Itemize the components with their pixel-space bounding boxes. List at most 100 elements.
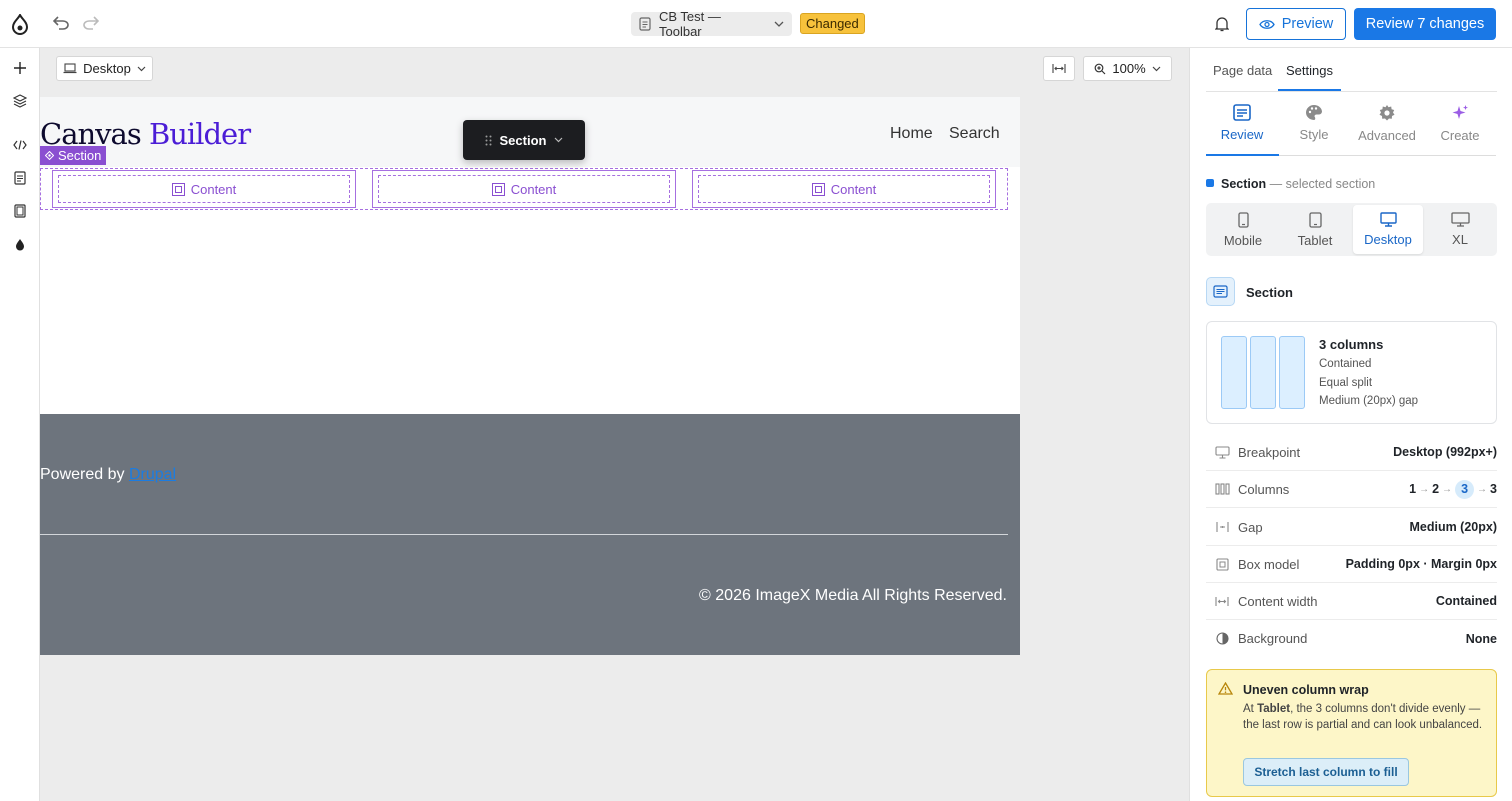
footer-divider bbox=[40, 534, 1008, 535]
desktop-icon bbox=[1379, 212, 1397, 227]
document-title: CB Test — Toolbar bbox=[659, 9, 721, 39]
chevron-down-icon bbox=[1152, 66, 1161, 72]
content-slot[interactable]: Content bbox=[58, 175, 350, 203]
prop-value: Padding 0px · Margin 0px bbox=[1345, 557, 1497, 571]
zoom-icon bbox=[1094, 63, 1106, 75]
prop-value: Contained bbox=[1435, 594, 1497, 608]
breakpoint-label: Tablet bbox=[1297, 232, 1333, 248]
undo-icon[interactable] bbox=[51, 13, 71, 33]
sparkle-icon bbox=[1451, 104, 1469, 122]
chevron-down-icon bbox=[774, 21, 784, 27]
drag-handle-icon[interactable] bbox=[485, 135, 492, 146]
section-tag[interactable]: Section bbox=[40, 146, 107, 165]
preview-button[interactable]: Preview bbox=[1246, 8, 1346, 40]
floating-toolbar-label: Section bbox=[499, 132, 547, 148]
prop-label: Content width bbox=[1238, 593, 1318, 609]
content-slot[interactable]: Content bbox=[378, 175, 670, 203]
stretch-last-column-button[interactable]: Stretch last column to fill bbox=[1243, 758, 1409, 786]
redo-icon[interactable] bbox=[81, 13, 101, 33]
code-icon[interactable] bbox=[9, 134, 31, 156]
column-2[interactable]: Content bbox=[372, 170, 676, 208]
layers-icon[interactable] bbox=[9, 90, 31, 112]
breakpoint-desktop[interactable]: Desktop bbox=[1353, 205, 1423, 254]
viewport-selector[interactable]: Desktop bbox=[56, 56, 153, 81]
warning-body: At Tablet, the 3 columns don't divide ev… bbox=[1243, 703, 1483, 731]
breakpoint-switcher: Mobile Tablet Desktop XL bbox=[1206, 203, 1497, 256]
slot-icon bbox=[491, 182, 505, 196]
preview-label: Preview bbox=[1281, 16, 1334, 32]
content-slot[interactable]: Content bbox=[698, 175, 990, 203]
box-model-icon bbox=[1206, 557, 1238, 571]
document-selector[interactable]: CB Test — Toolbar bbox=[631, 9, 792, 39]
prop-gap[interactable]: Gap Medium (20px) bbox=[1206, 509, 1497, 546]
prop-box-model[interactable]: Box model Padding 0px · Margin 0px bbox=[1206, 546, 1497, 583]
view-tab-style[interactable]: Style bbox=[1278, 104, 1350, 156]
review-changes-button[interactable]: Review 7 changes bbox=[1354, 8, 1496, 40]
prop-breakpoint[interactable]: Breakpoint Desktop (992px+) bbox=[1206, 434, 1497, 471]
tab-page-data[interactable]: Page data bbox=[1213, 63, 1272, 91]
view-tab-label: Review bbox=[1220, 127, 1264, 142]
arrow-right-icon: → bbox=[1442, 483, 1453, 495]
slot-label: Content bbox=[830, 181, 877, 197]
bell-icon[interactable] bbox=[1211, 13, 1233, 35]
page-preview: Canvas Builder Home Search Section Conte… bbox=[40, 97, 1020, 655]
top-toolbar: CB Test — Toolbar Changed Preview Review… bbox=[0, 0, 1512, 48]
view-tab-create[interactable]: Create bbox=[1424, 104, 1496, 156]
chevron-down-icon bbox=[137, 66, 146, 72]
layout-summary-card[interactable]: 3 columns Contained Equal split Medium (… bbox=[1206, 321, 1497, 424]
review-icon bbox=[1233, 104, 1251, 121]
drupal-link[interactable]: Drupal bbox=[129, 466, 176, 483]
prop-content-width[interactable]: Content width Contained bbox=[1206, 583, 1497, 620]
viewport-label: Desktop bbox=[83, 61, 131, 76]
view-tab-advanced[interactable]: Advanced bbox=[1351, 104, 1423, 156]
layout-gap: Medium (20px) gap bbox=[1319, 395, 1419, 407]
nav-search[interactable]: Search bbox=[949, 125, 1000, 143]
warning-callout: Uneven column wrap At Tablet, the 3 colu… bbox=[1206, 669, 1497, 797]
prop-background[interactable]: Background None bbox=[1206, 620, 1497, 657]
view-tab-label: Create bbox=[1440, 128, 1480, 143]
column-preview-bar bbox=[1250, 336, 1276, 409]
add-icon[interactable] bbox=[9, 57, 31, 79]
component-title: Section bbox=[1246, 285, 1293, 300]
column-step-current: 3 bbox=[1455, 479, 1475, 499]
prop-value: Desktop (992px+) bbox=[1393, 445, 1497, 459]
breakpoint-tablet[interactable]: Tablet bbox=[1280, 205, 1350, 254]
prop-label: Box model bbox=[1238, 556, 1300, 572]
copyright: © 2026 ImageX Media All Rights Reserved. bbox=[699, 587, 1007, 604]
breakpoint-xl[interactable]: XL bbox=[1425, 205, 1495, 254]
layout-split: Equal split bbox=[1319, 377, 1373, 389]
fit-width-button[interactable] bbox=[1043, 56, 1075, 81]
breakpoint-mobile[interactable]: Mobile bbox=[1208, 205, 1278, 254]
selection-dot bbox=[1206, 179, 1214, 187]
prop-columns[interactable]: Columns 1 → 2 → 3 → 3 bbox=[1206, 471, 1497, 508]
slot-icon bbox=[811, 182, 825, 196]
monitor-icon bbox=[1206, 445, 1238, 459]
powered-by: Powered by Drupal bbox=[40, 466, 177, 483]
column-3[interactable]: Content bbox=[692, 170, 996, 208]
drupal-logo-icon[interactable] bbox=[9, 12, 31, 36]
mobile-icon bbox=[1237, 211, 1249, 228]
column-preview-bar bbox=[1279, 336, 1305, 409]
column-1[interactable]: Content bbox=[52, 170, 356, 208]
laptop-icon bbox=[63, 63, 77, 74]
chevron-down-icon[interactable] bbox=[554, 137, 563, 143]
view-tab-indicator bbox=[1206, 154, 1279, 156]
theme-drop-icon[interactable] bbox=[9, 233, 31, 255]
prop-value: Medium (20px) bbox=[1409, 520, 1497, 534]
nav-home[interactable]: Home bbox=[890, 125, 933, 143]
view-tab-review[interactable]: Review bbox=[1206, 104, 1278, 156]
slot-label: Content bbox=[510, 181, 557, 197]
fit-width-icon bbox=[1052, 63, 1066, 74]
zoom-selector[interactable]: 100% bbox=[1083, 56, 1172, 81]
layout-title: 3 columns bbox=[1319, 337, 1384, 352]
prop-label: Background bbox=[1238, 631, 1308, 646]
template-icon[interactable] bbox=[9, 200, 31, 222]
tab-settings[interactable]: Settings bbox=[1278, 63, 1341, 91]
page-icon[interactable] bbox=[9, 167, 31, 189]
warning-title: Uneven column wrap bbox=[1243, 683, 1369, 697]
content-width-icon bbox=[1206, 596, 1238, 607]
section-floating-toolbar[interactable]: Section bbox=[463, 120, 585, 160]
column-step: 2 bbox=[1432, 482, 1440, 496]
breakpoint-label: XL bbox=[1452, 232, 1468, 247]
section-tag-label: Section bbox=[58, 148, 102, 163]
